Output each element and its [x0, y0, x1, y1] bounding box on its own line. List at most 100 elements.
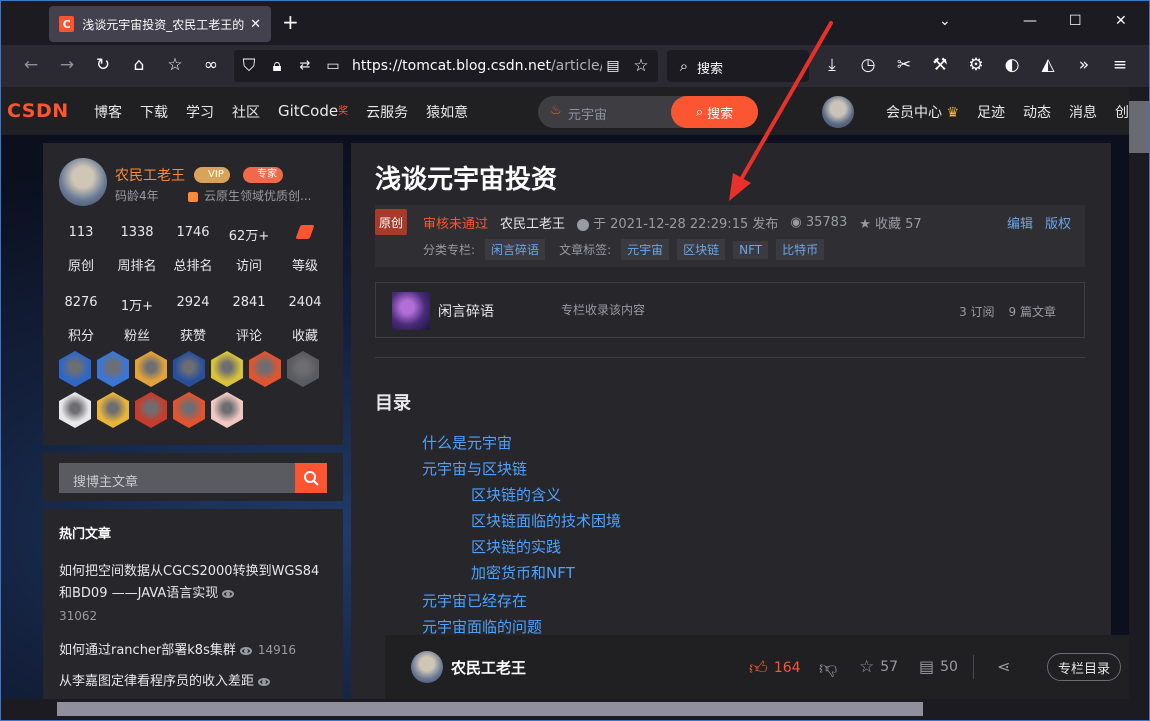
toc-item[interactable]: 什么是元宇宙 [422, 432, 512, 453]
medal-gold-ribbon-icon[interactable] [97, 392, 129, 428]
csdn-logo[interactable]: CSDN [7, 100, 69, 122]
pen-medal-red-icon[interactable] [135, 392, 167, 428]
url-text[interactable]: https://tomcat.blog.csdn.net/article/d [352, 58, 602, 74]
toolbar-author-avatar[interactable] [411, 651, 443, 683]
stat-fans[interactable]: 1万+ 粉丝 [109, 295, 165, 344]
messages-link[interactable]: 消息 [1069, 102, 1097, 122]
stat-points[interactable]: 8276 积分 [53, 295, 109, 344]
column-directory-button[interactable]: 专栏目录 [1047, 653, 1121, 681]
tag-metaverse[interactable]: 元宇宙 [621, 239, 670, 260]
bookmark-star-icon[interactable]: ☆ [630, 56, 652, 76]
tag-bitcoin[interactable]: 比特币 [776, 239, 825, 260]
profile-globe-icon[interactable]: ◐ [1001, 55, 1023, 75]
browser-search-box[interactable]: ⌕ 搜索 [667, 50, 809, 82]
browser-tab[interactable]: C 浅谈元宇宙投资_农民工老王的博客 ✕ [49, 6, 271, 42]
tag-nft[interactable]: NFT [733, 240, 769, 259]
create-link[interactable]: 创 [1115, 102, 1129, 122]
csdn-search-input[interactable]: ♨ 元宇宙 ⌕ 搜索 [538, 96, 758, 128]
stat-week-rank[interactable]: 1338 周排名 [109, 225, 165, 274]
toolbar-author-name[interactable]: 农民工老王 [451, 657, 526, 678]
stat-likes[interactable]: 2924 获赞 [165, 295, 221, 344]
qi-medal-gray-icon[interactable] [287, 351, 319, 387]
new-tab-icon[interactable]: + [282, 12, 299, 32]
maximize-icon[interactable]: ☐ [1069, 13, 1082, 29]
nav-gitcode[interactable]: GitCode奖 [278, 102, 348, 122]
settings-gear-icon[interactable]: ⚙ [965, 55, 987, 75]
like-button[interactable]: 👍︎ 164 [749, 657, 801, 679]
close-window-icon[interactable]: ✕ [1115, 13, 1127, 29]
nav-yuanruyi[interactable]: 猿如意 [426, 102, 468, 122]
nav-community[interactable]: 社区 [232, 102, 260, 122]
monkey-medal-pink-icon[interactable] [211, 392, 243, 428]
copyright-link[interactable]: 版权 [1045, 213, 1071, 232]
screenshot-icon[interactable]: ✂ [893, 55, 915, 75]
history-icon[interactable]: ◷ [857, 55, 879, 75]
rocket-medal-navy-icon[interactable] [173, 351, 205, 387]
footprint-link[interactable]: 足迹 [977, 102, 1005, 122]
share-button[interactable]: ⋖ [997, 657, 1010, 676]
stat-comments[interactable]: 2841 评论 [221, 295, 277, 344]
hot-article-item[interactable]: 从李嘉图定律看程序员的收入差距 [59, 671, 329, 693]
close-tab-icon[interactable]: ✕ [250, 17, 261, 32]
url-bar[interactable]: ⛉ 🔒︎ ⇄ ▭ https://tomcat.blog.csdn.net/ar… [234, 50, 658, 82]
comment-button[interactable]: ▤ 50 [919, 657, 958, 676]
download-icon[interactable]: ⤓ [821, 55, 843, 75]
extension-star-icon[interactable]: ☆ [164, 55, 186, 75]
creator-medal-rainbow-icon[interactable] [211, 351, 243, 387]
user-avatar[interactable] [822, 96, 854, 128]
member-center-link[interactable]: 会员中心 ♛ [886, 102, 959, 122]
stat-visits[interactable]: 62万+ 访问 [221, 225, 277, 274]
author-name[interactable]: 农民工老王 [115, 165, 185, 185]
edit-link[interactable]: 编辑 [1007, 213, 1033, 232]
author-avatar[interactable] [59, 158, 107, 206]
rocket-medal-blue-icon[interactable] [59, 351, 91, 387]
hamburger-menu-icon[interactable]: ≡ [1109, 55, 1131, 75]
dislike-button[interactable]: 👎︎ [819, 657, 837, 679]
tools-icon[interactable]: ⚒ [929, 55, 951, 75]
overflow-menu-icon[interactable]: » [1073, 55, 1095, 75]
stat-original[interactable]: 113 原创 [53, 225, 109, 274]
1024-medal-white-icon[interactable] [59, 392, 91, 428]
toc-item[interactable]: 区块链面临的技术困境 [471, 510, 621, 531]
hot-article-item[interactable]: 如何把空间数据从CGCS2000转换到WGS84和BD09 ——JAVA语言实现… [59, 561, 329, 628]
nav-download[interactable]: 下载 [140, 102, 168, 122]
back-icon[interactable]: ← [20, 55, 42, 75]
vertical-scrollbar[interactable] [1129, 87, 1149, 699]
csdn-search-button[interactable]: ⌕ 搜索 [671, 96, 758, 128]
mask-icon[interactable]: ∞ [200, 55, 222, 75]
forward-icon[interactable]: → [56, 55, 78, 75]
stat-total-rank[interactable]: 1746 总排名 [165, 225, 221, 274]
horizontal-scrollbar[interactable] [1, 699, 1149, 720]
tag-blockchain[interactable]: 区块链 [677, 239, 726, 260]
favorite-button[interactable]: ☆ 57 [859, 657, 898, 677]
1024-medal-gold-icon[interactable] [135, 351, 167, 387]
permissions-icon[interactable]: ⇄ [294, 56, 316, 76]
extension-icon[interactable]: ◭ [1037, 55, 1059, 75]
list-tabs-icon[interactable]: ⌄ [939, 13, 951, 29]
toc-item[interactable]: 元宇宙已经存在 [422, 590, 527, 611]
blog-search-button[interactable] [295, 463, 327, 493]
monkey-medal-red-icon[interactable] [173, 392, 205, 428]
horizontal-scroll-thumb[interactable] [57, 702, 923, 716]
vertical-scroll-thumb[interactable] [1129, 101, 1149, 153]
column-tag[interactable]: 闲言碎语 [485, 239, 546, 260]
nav-blog[interactable]: 博客 [94, 102, 122, 122]
toc-item[interactable]: 元宇宙面临的问题 [422, 616, 542, 637]
toc-item[interactable]: 区块链的含义 [471, 484, 561, 505]
page-info-icon[interactable]: ▭ [322, 56, 344, 76]
toc-item[interactable]: 元宇宙与区块链 [422, 458, 527, 479]
minimize-icon[interactable]: — [1023, 13, 1037, 29]
reload-icon[interactable]: ↻ [92, 55, 114, 75]
nav-cloud[interactable]: 云服务 [366, 102, 408, 122]
article-author[interactable]: 农民工老王 [500, 213, 565, 232]
lock-icon[interactable]: 🔒︎ [266, 56, 288, 76]
nav-learn[interactable]: 学习 [186, 102, 214, 122]
stat-favorites[interactable]: 2404 收藏 [277, 295, 333, 344]
gift-medal-red-icon[interactable] [249, 351, 281, 387]
shield-icon[interactable]: ⛉ [238, 56, 260, 76]
toc-item[interactable]: 区块链的实践 [471, 536, 561, 557]
activity-link[interactable]: 动态 [1023, 102, 1051, 122]
toc-item[interactable]: 加密货币和NFT [471, 562, 575, 583]
reader-view-icon[interactable]: ▤ [602, 56, 624, 76]
hot-article-item[interactable]: 如何通过rancher部署k8s集群 14916 [59, 639, 329, 662]
